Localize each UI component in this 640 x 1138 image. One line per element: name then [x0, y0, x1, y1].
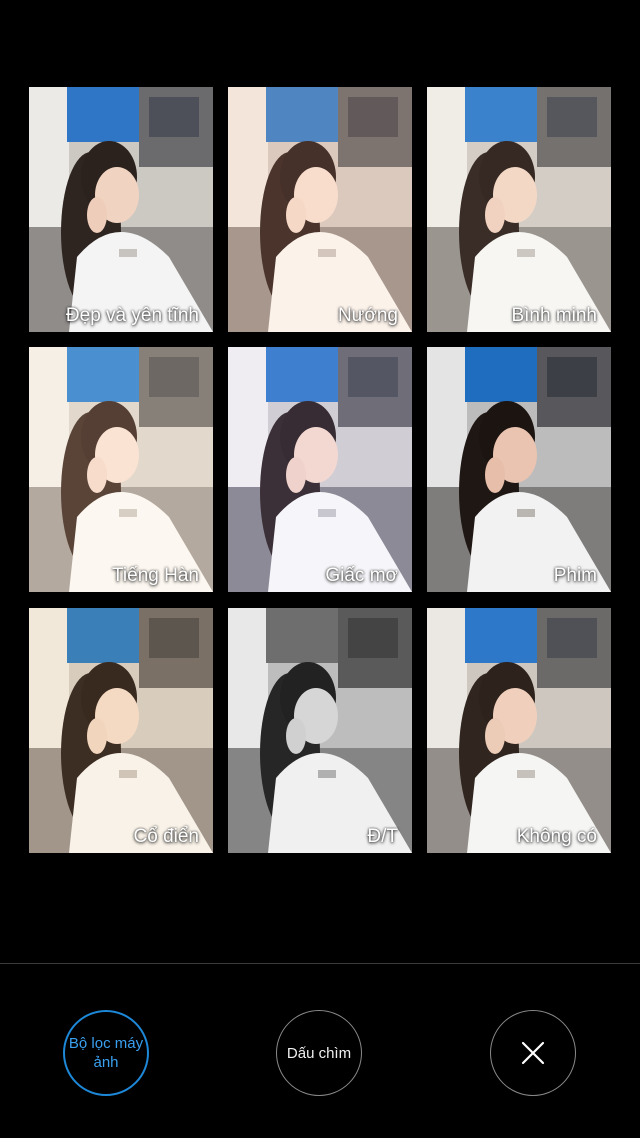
selfie-photo [29, 87, 213, 332]
selfie-photo [228, 347, 412, 592]
selfie-photo [29, 347, 213, 592]
selfie-photo [228, 87, 412, 332]
filter-label: Phim [553, 565, 597, 586]
filter-tile-nuong[interactable]: Nướng [228, 87, 412, 332]
filter-tile-giac-mo[interactable]: Giấc mơ [228, 347, 412, 592]
filter-label: Đ/T [367, 826, 398, 847]
selfie-photo [427, 87, 611, 332]
filter-label: Giấc mơ [325, 565, 398, 586]
filter-tile-tieng-han[interactable]: Tiếng Hàn [29, 347, 213, 592]
watermark-button[interactable]: Dấu chìm [276, 1010, 362, 1096]
selfie-photo [427, 608, 611, 853]
selfie-photo [427, 347, 611, 592]
filter-label: Không có [516, 826, 597, 847]
filter-label: Cổ điển [133, 826, 200, 847]
bottom-bar: Bộ lọc máy ảnh Dấu chìm [0, 964, 640, 1138]
selfie-photo [29, 608, 213, 853]
filter-tile-phim[interactable]: Phim [427, 347, 611, 592]
filter-label: Đẹp và yên tĩnh [65, 305, 199, 326]
filter-tile-d-t[interactable]: Đ/T [228, 608, 412, 853]
filter-tile-dep-va-yen-tinh[interactable]: Đẹp và yên tĩnh [29, 87, 213, 332]
filter-label: Nướng [337, 305, 398, 326]
filter-label: Bình minh [511, 305, 597, 326]
filter-tile-binh-minh[interactable]: Bình minh [427, 87, 611, 332]
watermark-label: Dấu chìm [286, 1044, 352, 1062]
filter-grid: Đẹp và yên tĩnh Nướng Bình minh Tiếng Hà… [29, 87, 611, 853]
close-icon [521, 1041, 545, 1065]
camera-filters-label: Bộ lọc máy ảnh [68, 1035, 144, 1071]
filter-label: Tiếng Hàn [112, 565, 199, 586]
camera-filters-button[interactable]: Bộ lọc máy ảnh [63, 1010, 149, 1096]
filter-tile-co-dien[interactable]: Cổ điển [29, 608, 213, 853]
close-button[interactable] [490, 1010, 576, 1096]
selfie-photo [228, 608, 412, 853]
filter-tile-khong-co[interactable]: Không có [427, 608, 611, 853]
